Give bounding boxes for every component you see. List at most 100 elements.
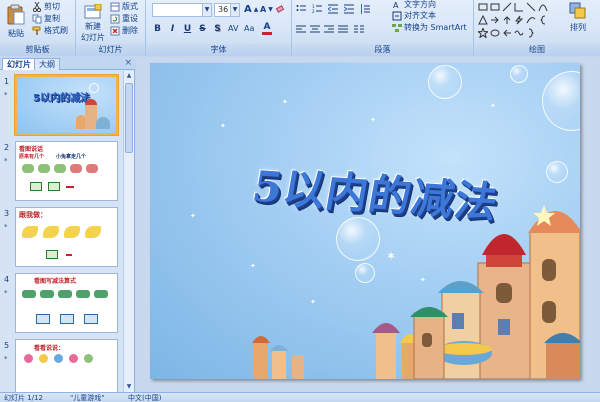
thumbnail-row[interactable]: 2 * 看图说话 原来有几个 小兔拿走几个 [0, 141, 124, 203]
font-group-label: 字体 [146, 44, 291, 56]
shadow-button[interactable]: S [211, 22, 224, 35]
change-case-button[interactable]: Aa [244, 24, 254, 33]
scroll-up-icon[interactable]: ▲ [124, 71, 134, 81]
layout-label: 版式 [122, 2, 138, 11]
animation-star-icon: * [4, 91, 8, 99]
brace-shape-icon[interactable] [538, 15, 548, 25]
thumbnail-row[interactable]: 1 * 5以内的减法 [0, 75, 124, 137]
bubble-decoration [89, 83, 99, 93]
format-painter-button[interactable]: 格式刷 [32, 25, 68, 36]
font-size-value: 36 [218, 5, 229, 14]
tab-slides[interactable]: 幻灯片 [2, 58, 36, 70]
text-direction-button[interactable]: A 文字方向 [392, 0, 436, 10]
elbow-connector-icon[interactable] [514, 2, 524, 12]
thumbnail-row[interactable]: 4 * 看图写减法算式 [0, 273, 124, 335]
copy-button[interactable]: 复制 [32, 13, 60, 24]
format-painter-icon [32, 26, 41, 35]
bold-button[interactable]: B [151, 22, 164, 35]
char-spacing-button[interactable]: AV [228, 24, 238, 33]
equation-boxes [46, 250, 96, 260]
underline-button[interactable]: U [181, 22, 194, 35]
line-shape-icon[interactable] [502, 2, 512, 12]
justify-icon[interactable] [338, 24, 348, 34]
font-name-combo[interactable]: ▼ [152, 3, 212, 17]
font-color-swatch [262, 32, 272, 35]
arrange-button[interactable]: 排列 [564, 2, 592, 33]
shapes-gallery[interactable] [478, 2, 560, 40]
reset-button[interactable]: 重设 [110, 13, 138, 24]
font-size-combo[interactable]: 36 ▼ [214, 3, 240, 17]
star-shape-icon[interactable] [478, 28, 488, 38]
paste-button[interactable]: 粘贴 [4, 4, 28, 39]
tab-outline[interactable]: 大纲 [34, 58, 60, 70]
small-house [252, 323, 420, 379]
slides-group-label: 幻灯片 [76, 44, 145, 56]
slide-thumbnail-1[interactable]: 5以内的减法 [15, 75, 118, 135]
align-left-icon[interactable] [296, 24, 306, 34]
clear-format-button[interactable] [275, 4, 285, 14]
rectangle-shape-icon[interactable] [490, 2, 500, 12]
new-slide-label-1: 新建 [85, 22, 101, 31]
chevron-down-icon[interactable]: ▼ [230, 4, 239, 16]
line-spacing-icon[interactable] [360, 4, 370, 14]
slide-editor[interactable]: ✦ ✦ ✦ ✦ ✦ ✦ ✦ ✦ ✦ ✶ 5以内的减法 [136, 57, 600, 392]
increase-indent-icon[interactable] [344, 4, 354, 14]
animation-star-icon: * [4, 157, 8, 165]
rectangle-shape-icon[interactable] [478, 2, 488, 12]
lightning-shape-icon[interactable] [514, 15, 524, 25]
scrollbar-thumb[interactable] [125, 83, 133, 153]
scroll-down-icon[interactable]: ▼ [124, 382, 134, 392]
arrow-shape-icon[interactable] [490, 15, 500, 25]
slide-thumbnail-2[interactable]: 看图说话 原来有几个 小兔拿走几个 [15, 141, 118, 201]
castle-illustration [76, 99, 110, 129]
curve-shape-icon[interactable] [514, 28, 524, 38]
strikethrough-button[interactable]: S [196, 22, 209, 35]
arrow-shape-icon[interactable] [502, 28, 512, 38]
thumbnail-title: 跟我做： [19, 211, 47, 219]
slide-count: 幻灯片 1/12 [4, 394, 43, 402]
thumbnail-title: 看看说说： [34, 345, 65, 352]
align-text-icon [392, 11, 402, 20]
thumbnail-row[interactable]: 3 * 跟我做： [0, 207, 124, 269]
thumbnail-title: 看图说话 [19, 146, 44, 153]
slide-thumbnail-3[interactable]: 跟我做： [15, 207, 118, 267]
slides-group: 新建 幻灯片 版式 重设 删除 幻灯片 [76, 0, 146, 56]
smartart-button[interactable]: 转换为 SmartArt [392, 22, 467, 33]
align-right-icon[interactable] [324, 24, 334, 34]
align-text-button[interactable]: 对齐文本 [392, 10, 436, 21]
slide-thumbnail-5[interactable]: 看看说说： [15, 339, 118, 392]
decrease-indent-icon[interactable] [328, 4, 338, 14]
curve-connector-icon[interactable] [526, 2, 536, 12]
font-color-button[interactable]: A [262, 22, 272, 35]
columns-icon[interactable] [354, 24, 364, 34]
clipboard-group: 粘贴 剪切 复制 格式刷 剪贴板 [0, 0, 76, 56]
current-slide[interactable]: ✦ ✦ ✦ ✦ ✦ ✦ ✦ ✦ ✦ ✶ 5以内的减法 [150, 63, 580, 379]
thumbnail-row[interactable]: 5 * 看看说说： [0, 339, 124, 392]
banana-row-illustration [22, 226, 114, 240]
close-icon[interactable]: × [124, 58, 132, 68]
curve-arrow-icon[interactable] [526, 15, 536, 25]
language-indicator[interactable]: 中文(中国) [128, 393, 161, 402]
slide-thumbnail-4[interactable]: 看图写减法算式 [15, 273, 118, 333]
curve-shape-icon[interactable] [538, 2, 548, 12]
align-center-icon[interactable] [310, 24, 320, 34]
oval-shape-icon[interactable] [490, 28, 500, 38]
balloon-row-illustration [24, 354, 116, 366]
new-slide-button[interactable]: 新建 幻灯片 [80, 4, 106, 42]
thumbnail-list: 1 * 5以内的减法 2 * 看图说话 原来有几个 小兔拿走几个 3 * 跟我做… [0, 71, 124, 392]
thumbnail-scrollbar[interactable]: ▲ ▼ [123, 71, 134, 392]
layout-button[interactable]: 版式 [110, 1, 138, 12]
cut-button[interactable]: 剪切 [32, 1, 60, 12]
delete-slide-button[interactable]: 删除 [110, 25, 138, 36]
shrink-font-button[interactable]: A ▼ [260, 5, 273, 14]
arrow-shape-icon[interactable] [502, 15, 512, 25]
castle-illustration [252, 205, 580, 379]
grow-font-button[interactable]: A ▲ [244, 4, 258, 15]
numbering-icon[interactable]: 12 [312, 4, 322, 14]
chevron-down-icon[interactable]: ▼ [202, 4, 211, 16]
triangle-shape-icon[interactable] [478, 15, 488, 25]
italic-button[interactable]: I [166, 22, 179, 35]
font-color-icon: A [263, 22, 271, 32]
bullets-icon[interactable] [296, 4, 306, 14]
brace-shape-icon[interactable] [526, 28, 536, 38]
